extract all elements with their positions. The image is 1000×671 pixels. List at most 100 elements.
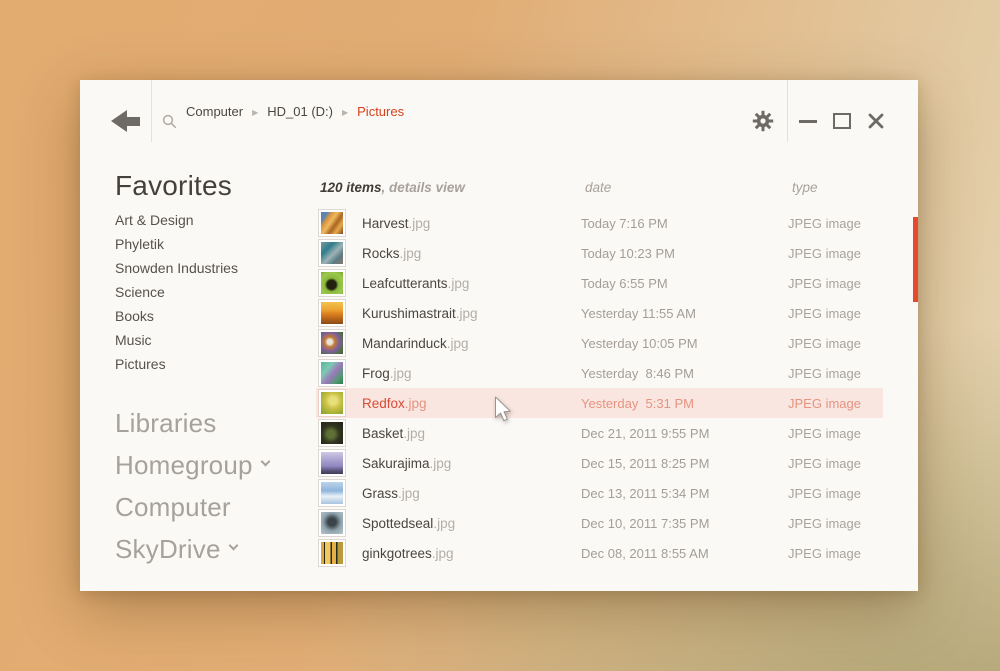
- file-name: Redfox.jpg: [362, 396, 581, 411]
- file-basename: Basket: [362, 426, 403, 441]
- maximize-button[interactable]: [833, 113, 851, 129]
- file-type: JPEG image: [788, 216, 861, 231]
- thumbnail-image: [321, 332, 343, 354]
- file-type: JPEG image: [788, 276, 861, 291]
- titlebar-divider: [151, 80, 152, 142]
- file-date: Today 6:55 PM: [581, 276, 788, 291]
- table-row[interactable]: Spottedseal.jpgDec 10, 2011 7:35 PMJPEG …: [316, 508, 883, 538]
- file-type: JPEG image: [788, 306, 861, 321]
- back-arrow-icon: [127, 117, 140, 126]
- sidebar-item-pictures[interactable]: Pictures: [115, 352, 318, 376]
- file-basename: ginkgotrees: [362, 546, 432, 561]
- titlebar-divider: [787, 80, 788, 142]
- column-header-date[interactable]: date: [585, 180, 611, 195]
- file-date: Today 10:23 PM: [581, 246, 788, 261]
- sidebar-item-books[interactable]: Books: [115, 304, 318, 328]
- table-row[interactable]: Frog.jpgYesterday 8:46 PMJPEG image: [316, 358, 883, 388]
- table-row[interactable]: ginkgotrees.jpgDec 08, 2011 8:55 AMJPEG …: [316, 538, 883, 568]
- file-thumbnail: [318, 359, 346, 387]
- table-row[interactable]: Kurushimastrait.jpgYesterday 11:55 AMJPE…: [316, 298, 883, 328]
- back-button[interactable]: [111, 110, 140, 132]
- file-date: Yesterday 10:05 PM: [581, 336, 788, 351]
- breadcrumb-item-current[interactable]: Pictures: [357, 104, 404, 119]
- file-thumbnail: [318, 239, 346, 267]
- column-header-type[interactable]: type: [792, 180, 818, 195]
- file-name: Grass.jpg: [362, 486, 581, 501]
- thumbnail-image: [321, 542, 343, 564]
- minimize-button[interactable]: [799, 120, 817, 123]
- table-row[interactable]: Harvest.jpg Today 7:16 PMJPEG image: [316, 208, 883, 238]
- sidebar-item-phyletik[interactable]: Phyletik: [115, 232, 318, 256]
- search-icon[interactable]: [162, 114, 177, 129]
- thumbnail-image: [321, 512, 343, 534]
- sidebar-nav-homegroup[interactable]: Homegroup: [115, 444, 318, 486]
- sidebar-item-snowden-industries[interactable]: Snowden Industries: [115, 256, 318, 280]
- table-row[interactable]: Mandarinduck.jpgYesterday 10:05 PMJPEG i…: [316, 328, 883, 358]
- table-row[interactable]: Leafcutterants.jpgToday 6:55 PMJPEG imag…: [316, 268, 883, 298]
- file-name: Spottedseal.jpg: [362, 516, 581, 531]
- breadcrumb-item-drive[interactable]: HD_01 (D:): [267, 104, 333, 119]
- file-extension: .jpg: [409, 216, 431, 231]
- file-basename: Spottedseal: [362, 516, 433, 531]
- file-type: JPEG image: [788, 486, 861, 501]
- file-type: JPEG image: [788, 426, 861, 441]
- sidebar: Favorites Art & DesignPhyletikSnowden In…: [80, 142, 318, 570]
- sidebar-nav-libraries[interactable]: Libraries: [115, 402, 318, 444]
- sidebar-item-music[interactable]: Music: [115, 328, 318, 352]
- chevron-down-icon: [260, 457, 270, 467]
- file-basename: Leafcutterants: [362, 276, 448, 291]
- sidebar-nav-skydrive[interactable]: SkyDrive: [115, 528, 318, 570]
- sidebar-item-art-design[interactable]: Art & Design: [115, 208, 318, 232]
- gear-icon[interactable]: [752, 110, 774, 132]
- file-extension: .jpg: [430, 456, 452, 471]
- table-row[interactable]: Redfox.jpgYesterday 5:31 PMJPEG image: [316, 388, 883, 418]
- file-name: Frog.jpg: [362, 366, 581, 381]
- file-thumbnail: [318, 479, 346, 507]
- breadcrumb: Computer ▶ HD_01 (D:) ▶ Pictures: [186, 80, 404, 142]
- file-date: Yesterday 5:31 PM: [581, 396, 788, 411]
- file-thumbnail: [318, 449, 346, 477]
- chevron-down-icon: [228, 541, 238, 551]
- file-date: Dec 15, 2011 8:25 PM: [581, 456, 788, 471]
- breadcrumb-separator-icon: ▶: [252, 108, 258, 117]
- file-extension: .jpg: [456, 306, 478, 321]
- breadcrumb-item-computer[interactable]: Computer: [186, 104, 243, 119]
- sidebar-nav-computer[interactable]: Computer: [115, 486, 318, 528]
- file-extension: .jpg: [432, 546, 454, 561]
- file-extension: .jpg: [398, 486, 420, 501]
- file-date: Yesterday 8:46 PM: [581, 366, 788, 381]
- file-basename: Harvest: [362, 216, 409, 231]
- table-row[interactable]: Sakurajima.jpg Dec 15, 2011 8:25 PMJPEG i…: [316, 448, 883, 478]
- sidebar-nav-list: Libraries Homegroup ComputerSkyDrive: [115, 402, 318, 570]
- table-row[interactable]: Basket.jpgDec 21, 2011 9:55 PMJPEG image: [316, 418, 883, 448]
- file-type: JPEG image: [788, 456, 861, 471]
- breadcrumb-separator-icon: ▶: [342, 108, 348, 117]
- sidebar-item-science[interactable]: Science: [115, 280, 318, 304]
- file-thumbnail: [318, 269, 346, 297]
- file-basename: Mandarinduck: [362, 336, 447, 351]
- view-mode-label: , details view: [382, 180, 465, 195]
- scrollbar-thumb[interactable]: [913, 217, 918, 302]
- file-basename: Rocks: [362, 246, 400, 261]
- thumbnail-image: [321, 242, 343, 264]
- file-name: Basket.jpg: [362, 426, 581, 441]
- thumbnail-image: [321, 482, 343, 504]
- file-extension: .jpg: [403, 426, 425, 441]
- file-name: Rocks.jpg: [362, 246, 581, 261]
- file-date: Dec 08, 2011 8:55 AM: [581, 546, 788, 561]
- file-explorer-window: Computer ▶ HD_01 (D:) ▶ Pictures: [80, 80, 918, 591]
- file-date: Dec 10, 2011 7:35 PM: [581, 516, 788, 531]
- file-extension: .jpg: [390, 366, 412, 381]
- table-row[interactable]: Rocks.jpgToday 10:23 PMJPEG image: [316, 238, 883, 268]
- file-date: Today 7:16 PM: [581, 216, 788, 231]
- sidebar-nav-label: Homegroup: [115, 450, 253, 480]
- file-basename: Sakurajima: [362, 456, 430, 471]
- table-row[interactable]: Grass.jpgDec 13, 2011 5:34 PMJPEG image: [316, 478, 883, 508]
- file-thumbnail: [318, 299, 346, 327]
- mouse-cursor: [494, 396, 514, 424]
- item-count: 120 items, details view: [320, 180, 465, 195]
- close-button[interactable]: [867, 112, 885, 130]
- list-header: 120 items, details view date type: [318, 180, 918, 200]
- file-thumbnail: [318, 389, 346, 417]
- file-basename: Redfox: [362, 396, 405, 411]
